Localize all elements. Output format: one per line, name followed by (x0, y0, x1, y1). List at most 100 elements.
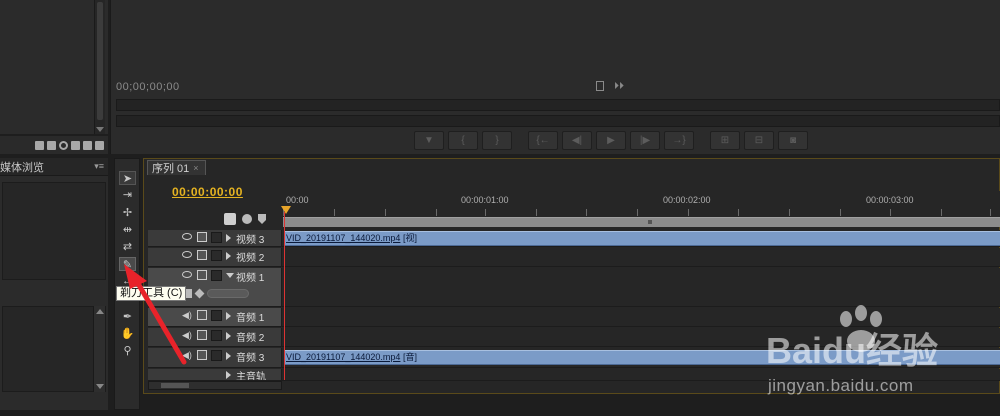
ripple-edit-tool-icon[interactable]: ✢ (119, 205, 136, 219)
close-icon[interactable]: × (193, 163, 198, 173)
safe-margin-icon[interactable] (596, 81, 604, 91)
new-item-icon[interactable] (83, 140, 92, 150)
icon-view-icon[interactable] (47, 140, 56, 150)
lock-toggle[interactable] (211, 232, 222, 243)
output-icon[interactable]: ⏵⏵ (614, 81, 624, 92)
ruler-label: 00:00:03:00 (866, 195, 914, 205)
filmstrip-icon[interactable] (197, 250, 207, 260)
ruler-tick (536, 209, 537, 216)
razor-tool-icon[interactable]: ✎ (119, 257, 136, 271)
audio-clip[interactable]: VID_20191107_144020.mp4 [音] (284, 350, 1000, 365)
lock-toggle[interactable] (211, 270, 222, 281)
media-browser-tree[interactable] (2, 182, 106, 280)
eye-icon[interactable] (182, 251, 192, 258)
goto-out-button[interactable]: →} (664, 131, 694, 150)
timeline-h-scrollbar[interactable] (148, 381, 282, 390)
filmstrip-icon[interactable] (197, 350, 207, 360)
filmstrip-icon[interactable] (197, 270, 207, 280)
ruler-label: 00:00:02:00 (663, 195, 711, 205)
ruler-tick (385, 209, 386, 216)
keyframe-nav[interactable] (207, 289, 249, 298)
speaker-icon[interactable]: ◀) (182, 310, 193, 320)
filmstrip-icon[interactable] (197, 330, 207, 340)
keyframe-icon[interactable] (194, 288, 205, 299)
expand-icon[interactable] (226, 234, 231, 242)
goto-in-button[interactable]: {← (528, 131, 558, 150)
insert-button[interactable]: ⊞ (710, 131, 740, 150)
scroll-up-arrow[interactable] (96, 309, 104, 314)
project-scrollbar[interactable] (94, 0, 105, 134)
speaker-icon[interactable]: ◀) (182, 330, 193, 340)
track-row: ◀) 音频 1 (148, 308, 1000, 327)
filmstrip-icon[interactable] (197, 310, 207, 320)
ruler-label: 00:00 (286, 195, 309, 205)
program-mini-timeline[interactable] (116, 99, 1000, 111)
track-row: 视频 1 (148, 268, 1000, 307)
track-select-tool-icon[interactable]: ⇥ (119, 187, 136, 201)
hand-tool-icon[interactable]: ✋ (119, 326, 136, 340)
track-header: 视频 2 (148, 248, 282, 266)
media-scrollbar[interactable] (93, 306, 105, 392)
clip-tag: [音] (402, 352, 417, 362)
media-browser-files[interactable] (2, 306, 106, 392)
expand-icon[interactable] (226, 332, 231, 340)
mark-in-button[interactable]: { (448, 131, 478, 150)
mark-out-button[interactable]: } (482, 131, 512, 150)
rate-stretch-tool-icon[interactable]: ⇄ (119, 239, 136, 253)
program-jog-bar[interactable] (116, 115, 1000, 127)
filmstrip-icon[interactable] (197, 232, 207, 242)
work-area-grip[interactable] (648, 220, 652, 224)
marker-button[interactable]: ▼ (414, 131, 444, 150)
step-back-button[interactable]: ◀| (562, 131, 592, 150)
lock-toggle[interactable] (211, 350, 222, 361)
step-forward-button[interactable]: |▶ (630, 131, 660, 150)
work-area-bar[interactable] (283, 217, 1000, 227)
scroll-down-arrow[interactable] (96, 127, 104, 132)
pen-tool-icon[interactable]: ✒ (119, 309, 136, 323)
trash-icon[interactable] (95, 140, 104, 150)
track-lane[interactable] (283, 328, 1000, 346)
expand-icon[interactable] (226, 352, 231, 360)
add-marker-icon[interactable] (258, 214, 266, 224)
sequence-timecode[interactable]: 00:00:00:00 (172, 185, 243, 199)
scroll-thumb[interactable] (161, 383, 189, 388)
ruler-tick (890, 209, 891, 216)
track-row: 视频 2 (148, 248, 1000, 267)
expand-icon[interactable] (226, 252, 231, 260)
keyframe-controls (183, 288, 249, 299)
track-lane[interactable] (283, 248, 1000, 266)
track-name: 音频 2 (236, 333, 265, 344)
track-lane[interactable] (283, 268, 1000, 306)
panel-menu-icon[interactable]: ▾≡ (94, 161, 104, 172)
collapse-icon[interactable] (226, 273, 234, 278)
new-bin-icon[interactable] (71, 140, 80, 150)
lock-toggle[interactable] (211, 330, 222, 341)
video-clip[interactable]: VID_20191107_144020.mp4 [视] (284, 231, 1000, 246)
overwrite-button[interactable]: ⊟ (744, 131, 774, 150)
media-browser-tab[interactable]: 媒体浏览 ▾≡ (0, 158, 108, 176)
selection-tool-icon[interactable]: ➤ (119, 171, 136, 185)
track-header: ◀) 音频 2 (148, 328, 282, 346)
sequence-tab[interactable]: 序列 01 × (147, 160, 206, 175)
play-button[interactable]: ▶ (596, 131, 626, 150)
snap-icon[interactable] (224, 213, 236, 225)
clip-filename: VID_20191107_144020.mp4 (286, 233, 401, 243)
export-frame-button[interactable]: ◙ (778, 131, 808, 150)
scroll-thumb[interactable] (97, 2, 103, 120)
scroll-down-arrow[interactable] (96, 384, 104, 389)
list-view-icon[interactable] (35, 140, 44, 150)
zoom-tool-icon[interactable]: ⚲ (119, 343, 136, 357)
expand-icon[interactable] (226, 312, 231, 320)
eye-icon[interactable] (182, 233, 192, 240)
eye-icon[interactable] (182, 271, 192, 278)
speaker-icon[interactable]: ◀) (182, 350, 193, 360)
rolling-edit-tool-icon[interactable]: ⇹ (119, 222, 136, 236)
search-icon[interactable] (59, 140, 68, 150)
lock-toggle[interactable] (211, 310, 222, 321)
track-lane[interactable] (283, 308, 1000, 326)
lock-toggle[interactable] (211, 250, 222, 261)
expand-icon[interactable] (226, 371, 231, 379)
link-icon[interactable] (242, 214, 252, 224)
playhead-handle[interactable] (281, 206, 291, 214)
track-row: ◀) 音频 2 (148, 328, 1000, 347)
